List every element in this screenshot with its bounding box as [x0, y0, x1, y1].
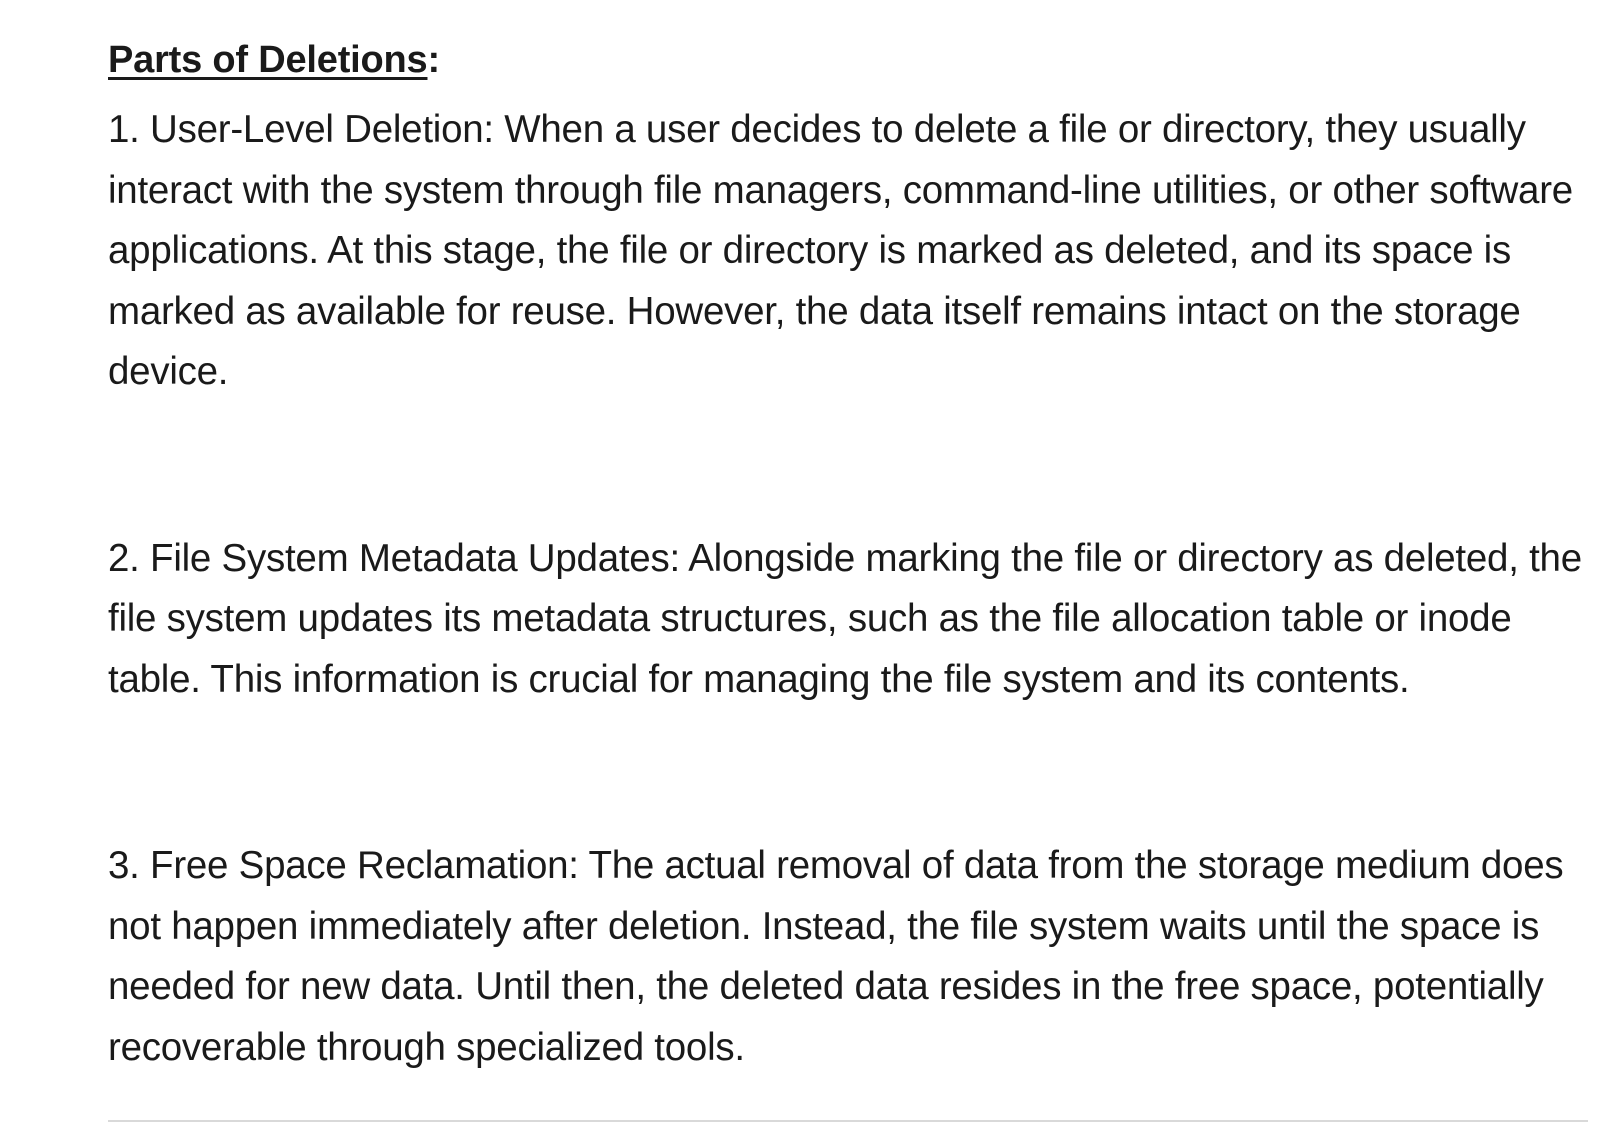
paragraph-metadata-updates: 2. File System Metadata Updates: Alongsi…	[108, 536, 1582, 701]
section-heading: Parts of Deletions:	[108, 34, 1588, 86]
section-heading-colon: :	[427, 39, 440, 81]
paragraph-user-level-deletion: 1. User-Level Deletion: When a user deci…	[108, 108, 1573, 393]
horizontal-divider	[108, 1120, 1588, 1122]
section-heading-title: Parts of Deletions	[108, 39, 428, 81]
paragraph-free-space-reclamation: 3. Free Space Reclamation: The actual re…	[108, 844, 1564, 1069]
document-body: Parts of Deletions: 1. User-Level Deleti…	[108, 34, 1588, 1078]
